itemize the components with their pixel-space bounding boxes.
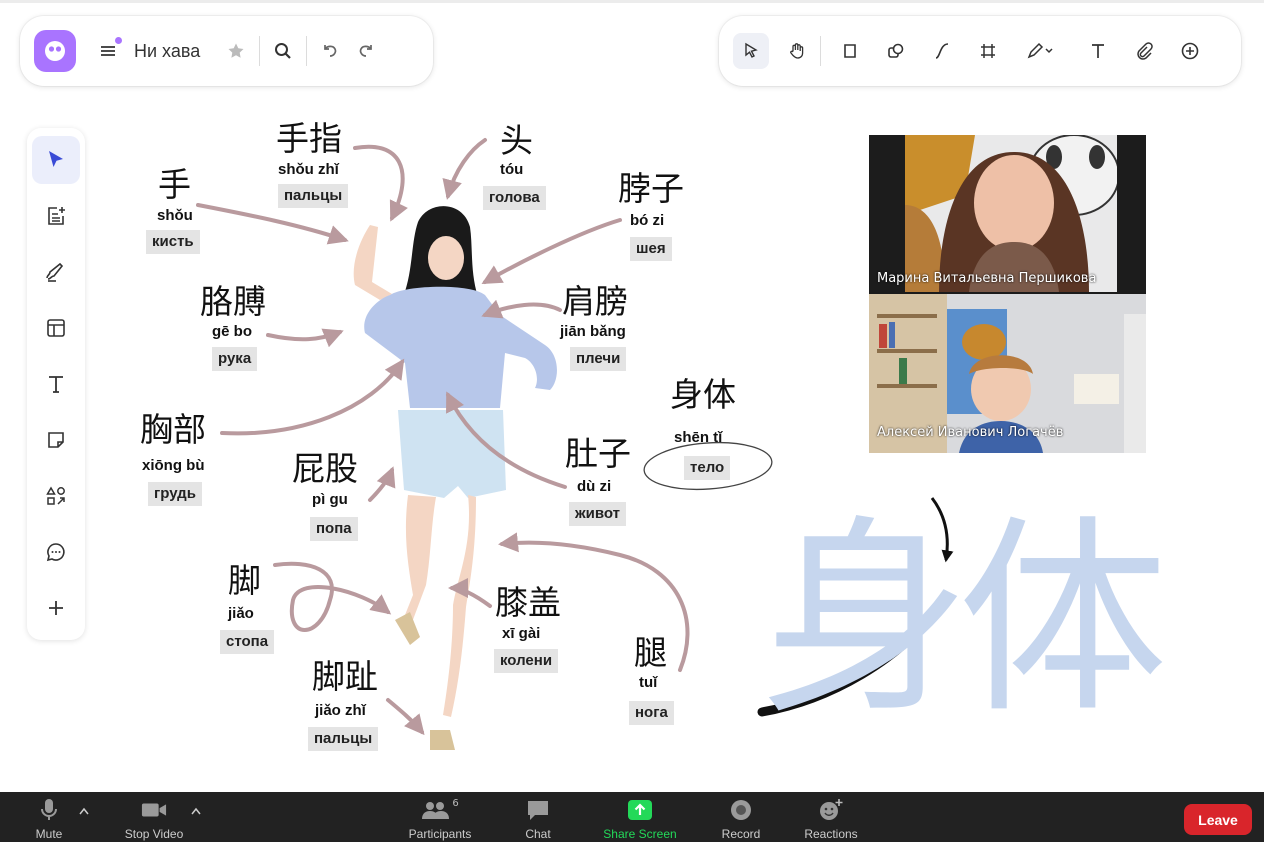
vocab-foot-translation[interactable]: стопа: [220, 630, 275, 654]
leave-button[interactable]: Leave: [1184, 804, 1252, 835]
vocab-knees-translation[interactable]: колени: [494, 649, 559, 673]
big-char-ti: 体: [958, 497, 1169, 742]
microphone-icon: [36, 798, 62, 822]
vocab-foot-pinyin[interactable]: jiǎo: [228, 606, 254, 621]
vocab-butt-translation[interactable]: попа: [310, 517, 358, 541]
vocab-toes-translation[interactable]: пальцы: [308, 727, 379, 751]
vocab-arm-translation[interactable]: рука: [212, 347, 258, 371]
vocab-belly-translation[interactable]: живот: [569, 502, 627, 526]
vocab-chest-translation[interactable]: грудь: [148, 482, 202, 506]
video-panel: Марина Витальевна Першикова Алексей Иван…: [869, 135, 1146, 453]
participant-name: Алексей Иванович Логачёв: [877, 425, 1064, 440]
vocab-arm-hanzi[interactable]: 胳膊: [200, 285, 266, 318]
mute-button[interactable]: Mute: [31, 792, 67, 842]
vocab-toes-hanzi[interactable]: 脚趾: [312, 660, 378, 693]
vocab-hand-hanzi[interactable]: 手: [158, 168, 191, 201]
vocab-fingers-pinyin[interactable]: shǒu zhǐ: [278, 162, 339, 177]
vocab-shoulders-hanzi[interactable]: 肩膀: [562, 285, 628, 318]
record-button[interactable]: Record: [716, 792, 766, 842]
chevron-up-icon: [191, 807, 201, 815]
chat-icon: [525, 798, 551, 822]
vocab-toes-pinyin[interactable]: jiǎo zhǐ: [315, 703, 366, 718]
vocab-chest-pinyin[interactable]: xiōng bù: [142, 458, 205, 473]
vocab-neck-pinyin[interactable]: bó zi: [630, 213, 664, 228]
share-screen-icon: [627, 798, 653, 822]
vocab-knees-hanzi[interactable]: 膝盖: [495, 586, 561, 619]
stop-video-button[interactable]: Stop Video: [117, 792, 191, 842]
whiteboard-canvas[interactable]: Ни хава 身 体 手 shǒu кисть 手指 shǒu zhǐ пал…: [0, 0, 1264, 842]
video-tile[interactable]: Алексей Иванович Логачёв: [869, 294, 1146, 453]
vocab-fingers-hanzi[interactable]: 手指: [276, 122, 342, 155]
vocab-arm-pinyin[interactable]: gē bo: [212, 324, 252, 339]
vocab-hand-translation[interactable]: кисть: [146, 230, 200, 254]
vocab-leg-hanzi[interactable]: 腿: [634, 636, 667, 669]
vocab-neck-hanzi[interactable]: 脖子: [618, 172, 684, 205]
vocab-head-hanzi[interactable]: 头: [500, 124, 533, 157]
video-options-button[interactable]: [188, 792, 204, 842]
video-camera-icon: [141, 798, 167, 822]
vocab-head-translation[interactable]: голова: [483, 186, 546, 210]
chevron-up-icon: [79, 807, 89, 815]
participant-name: Марина Витальевна Першикова: [877, 271, 1097, 286]
reactions-button[interactable]: Reactions: [798, 792, 864, 842]
vocab-shoulders-pinyin[interactable]: jiān bǎng: [560, 324, 626, 339]
participants-count: 6: [452, 798, 459, 809]
participant-video-1: [869, 135, 1146, 292]
record-icon: [728, 798, 754, 822]
vocab-belly-hanzi[interactable]: 肚子: [565, 437, 631, 470]
vocab-body-pinyin[interactable]: shēn tǐ: [674, 430, 722, 445]
vocab-hand-pinyin[interactable]: shǒu: [157, 208, 193, 223]
vocab-neck-translation[interactable]: шея: [630, 237, 672, 261]
meeting-controls: Mute Stop Video 6 Participants Chat Shar…: [0, 792, 1264, 842]
vocab-body-hanzi[interactable]: 身体: [670, 378, 736, 411]
big-char-shen: 身: [760, 497, 971, 742]
vocab-butt-pinyin[interactable]: pì gu: [312, 492, 348, 507]
vocab-butt-hanzi[interactable]: 屁股: [292, 452, 358, 485]
video-tile[interactable]: Марина Витальевна Першикова: [869, 135, 1146, 292]
vocab-shoulders-translation[interactable]: плечи: [570, 347, 627, 371]
chat-button[interactable]: Chat: [519, 792, 557, 842]
vocab-leg-pinyin[interactable]: tuǐ: [639, 675, 657, 690]
vocab-fingers-translation[interactable]: пальцы: [278, 184, 349, 208]
vocab-foot-hanzi[interactable]: 脚: [228, 564, 261, 597]
audio-options-button[interactable]: [76, 792, 92, 842]
vocab-head-pinyin[interactable]: tóu: [500, 162, 523, 177]
vocab-body-translation[interactable]: тело: [684, 456, 731, 480]
vocab-leg-translation[interactable]: нога: [629, 701, 674, 725]
vocab-chest-hanzi[interactable]: 胸部: [140, 413, 206, 446]
participants-button[interactable]: 6 Participants: [400, 792, 480, 842]
vocab-belly-pinyin[interactable]: dù zi: [577, 479, 611, 494]
participants-icon: 6: [420, 798, 460, 822]
vocab-knees-pinyin[interactable]: xī gài: [502, 626, 540, 641]
share-screen-button[interactable]: Share Screen: [595, 792, 685, 842]
reactions-icon: [818, 798, 844, 822]
